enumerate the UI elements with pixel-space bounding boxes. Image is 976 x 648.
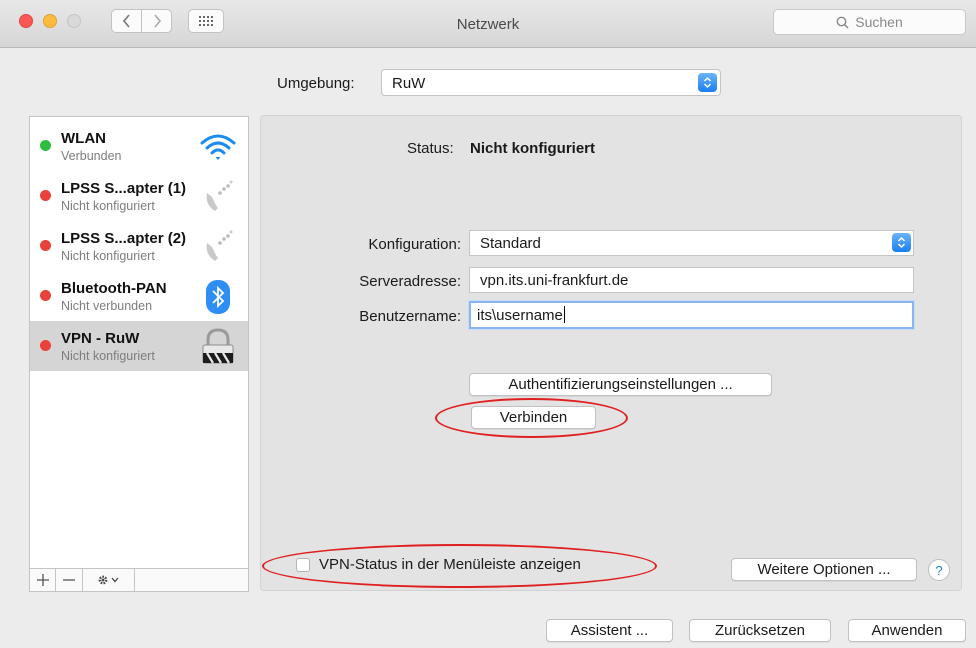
status-value: Nicht konfiguriert xyxy=(470,140,596,157)
service-name: VPN - RuW xyxy=(61,330,140,347)
updown-chevron-icon xyxy=(698,73,717,92)
revert-button[interactable]: Zurücksetzen xyxy=(689,619,831,642)
service-status: Verbunden xyxy=(61,149,122,163)
more-options-button[interactable]: Weitere Optionen ... xyxy=(731,558,917,581)
location-select[interactable]: RuW xyxy=(381,69,721,96)
apply-button[interactable]: Anwenden xyxy=(848,619,966,642)
search-field[interactable]: Suchen xyxy=(773,9,966,35)
vpn-status-menubar-option[interactable]: VPN-Status in der Menüleiste anzeigen xyxy=(296,556,581,573)
status-dot xyxy=(40,340,51,351)
search-icon xyxy=(836,16,849,29)
service-list-toolbar xyxy=(30,568,248,591)
service-name: LPSS S...apter (1) xyxy=(61,180,187,197)
configuration-value: Standard xyxy=(480,235,541,252)
status-dot xyxy=(40,290,51,301)
vpn-status-checkbox[interactable] xyxy=(296,557,310,572)
service-item-bluetooth-pan[interactable]: Bluetooth-PAN Nicht verbunden xyxy=(30,271,248,321)
username-field[interactable]: its\username xyxy=(469,301,914,329)
remove-service-button[interactable] xyxy=(56,569,83,591)
service-status: Nicht verbunden xyxy=(61,299,153,313)
service-item-lpss-2[interactable]: LPSS S...apter (2) Nicht konfiguriert xyxy=(30,221,248,271)
title-bar: Netzwerk Suchen xyxy=(0,0,976,48)
vpn-lock-icon xyxy=(202,328,234,364)
phone-icon xyxy=(206,230,233,261)
action-menu-button[interactable] xyxy=(83,569,135,591)
server-address-label: Serveradresse: xyxy=(359,273,461,290)
server-address-field[interactable]: vpn.its.uni-frankfurt.de xyxy=(469,267,914,293)
configuration-label: Konfiguration: xyxy=(368,236,461,253)
assistant-button[interactable]: Assistent ... xyxy=(546,619,673,642)
vpn-status-label: VPN-Status in der Menüleiste anzeigen xyxy=(319,556,581,573)
search-placeholder: Suchen xyxy=(855,14,903,30)
server-address-value: vpn.its.uni-frankfurt.de xyxy=(480,272,629,289)
plus-icon xyxy=(36,574,49,586)
configuration-select[interactable]: Standard xyxy=(469,230,914,256)
service-status: Nicht konfiguriert xyxy=(61,199,155,213)
add-service-button[interactable] xyxy=(30,569,56,591)
service-name: WLAN xyxy=(61,130,106,147)
service-name: LPSS S...apter (2) xyxy=(61,230,187,247)
service-list: WLAN Verbunden LPSS S...apter (1) Nicht … xyxy=(29,116,249,592)
status-label: Status: xyxy=(407,140,454,157)
status-dot xyxy=(40,240,51,251)
service-status: Nicht konfiguriert xyxy=(61,249,155,263)
status-dot xyxy=(40,190,51,201)
gear-icon xyxy=(98,575,118,585)
wifi-icon xyxy=(200,134,236,160)
service-status: Nicht konfiguriert xyxy=(61,349,155,363)
phone-icon xyxy=(206,180,233,211)
bluetooth-icon xyxy=(206,280,230,314)
username-label: Benutzername: xyxy=(359,308,461,325)
service-item-wlan[interactable]: WLAN Verbunden xyxy=(30,121,248,171)
service-name: Bluetooth-PAN xyxy=(61,280,167,297)
username-value: its\username xyxy=(477,307,563,324)
connect-button[interactable]: Verbinden xyxy=(471,406,596,429)
authentication-settings-button[interactable]: Authentifizierungseinstellungen ... xyxy=(469,373,772,396)
status-dot xyxy=(40,140,51,151)
service-item-vpn-ruw[interactable]: VPN - RuW Nicht konfiguriert xyxy=(30,321,248,371)
help-button[interactable]: ? xyxy=(928,559,950,581)
service-item-lpss-1[interactable]: LPSS S...apter (1) Nicht konfiguriert xyxy=(30,171,248,221)
text-caret xyxy=(563,306,565,323)
updown-chevron-icon xyxy=(892,233,911,252)
minus-icon xyxy=(63,579,75,581)
vpn-detail-panel xyxy=(260,115,962,591)
location-label: Umgebung: xyxy=(277,75,355,92)
location-value: RuW xyxy=(392,75,426,92)
